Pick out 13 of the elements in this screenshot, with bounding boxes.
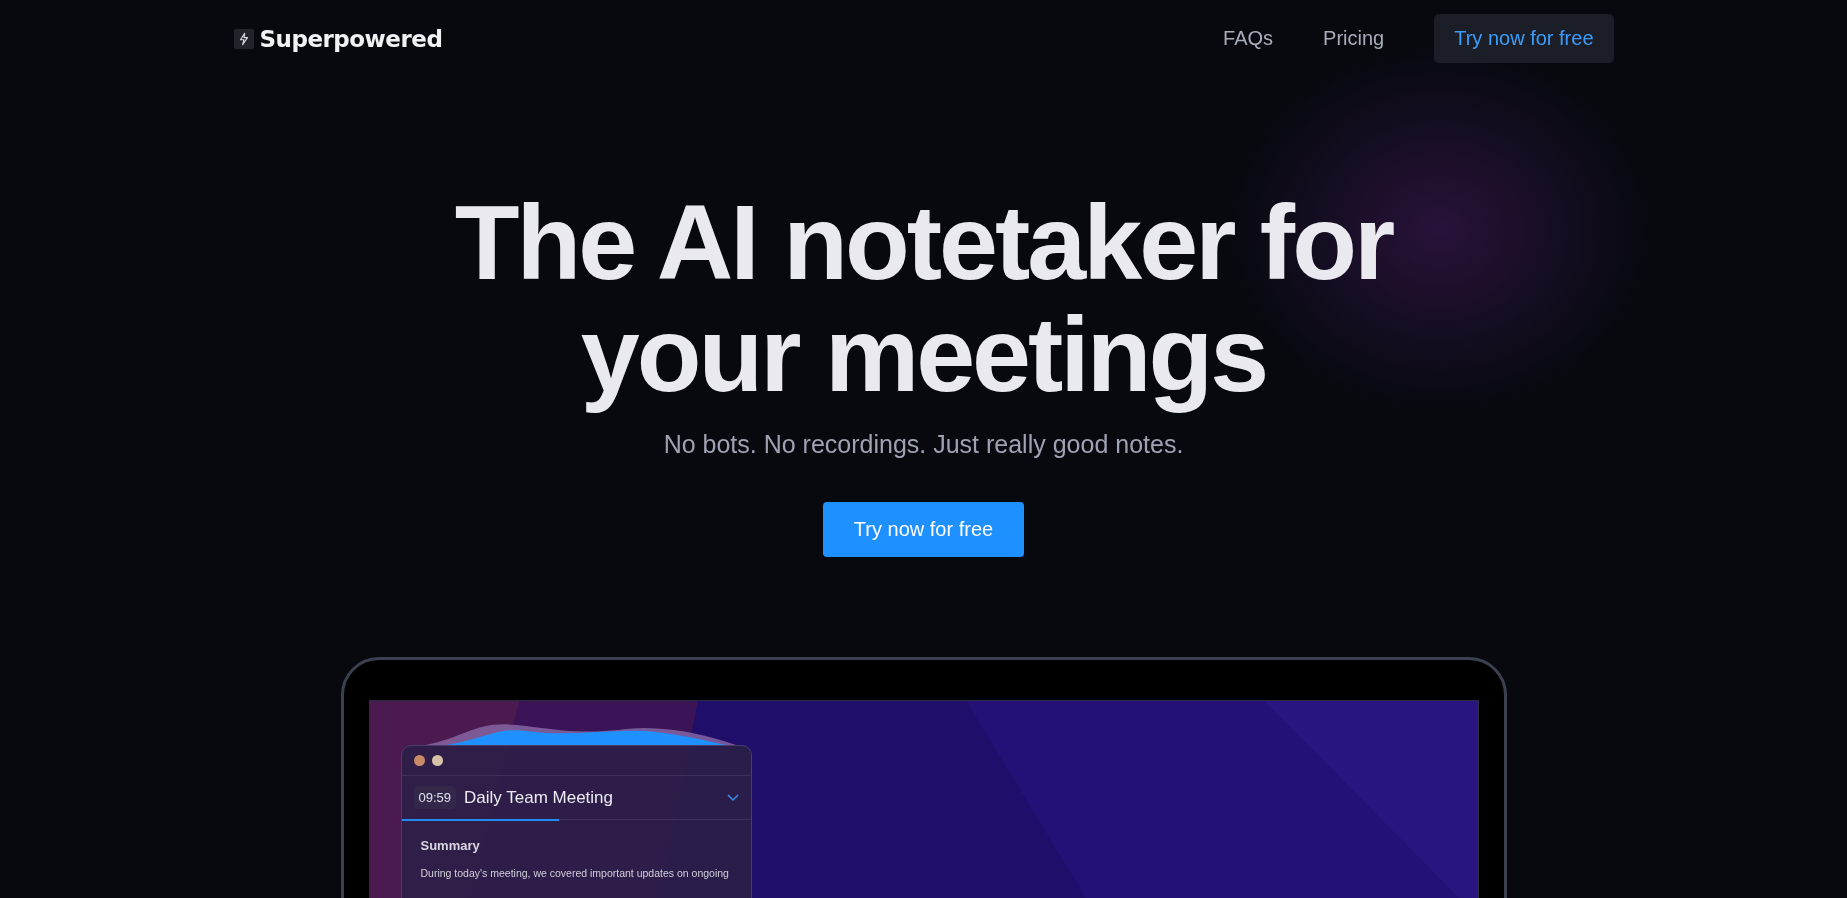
window-minimize-button[interactable] <box>431 755 443 766</box>
bolt-icon <box>233 28 254 49</box>
meeting-title: Daily Team Meeting <box>464 787 615 808</box>
summary-text: During today's meeting, we covered important updates on ongoing <box>420 867 730 879</box>
logo-text[interactable]: Superpowered <box>259 25 443 52</box>
chevron-down-icon[interactable] <box>726 793 739 802</box>
nav-link[interactable]: FAQs <box>1223 27 1274 50</box>
try-button[interactable]: Try now for free <box>1434 14 1614 63</box>
timer-badge: 09:59 <box>413 786 457 809</box>
nav-link[interactable]: Pricing <box>1323 27 1385 50</box>
window-close-button[interactable] <box>413 755 425 766</box>
subtitle: No bots. No recordings. Just really good notes. <box>663 430 1184 459</box>
section-title: Summary <box>420 838 481 853</box>
